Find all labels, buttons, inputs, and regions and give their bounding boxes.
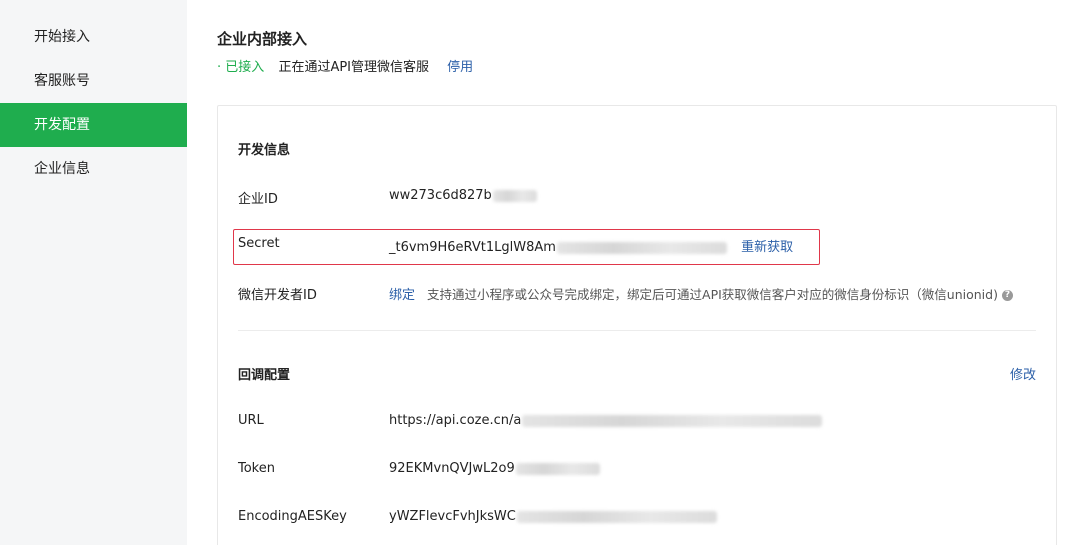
redacted-blur (522, 414, 823, 427)
secret-label: Secret (238, 236, 280, 251)
redacted-blur (516, 510, 717, 523)
corp-id-text: ww273c6d827b (389, 188, 492, 203)
callback-section-title: 回调配置 (238, 368, 291, 383)
corp-id-value: ww273c6d827b (389, 188, 537, 203)
secret-text: _t6vm9H6eRVt1LglW8Am (389, 240, 556, 255)
main-content: 企业内部接入 · 已接入 正在通过API管理微信客服 停用 开发信息 企业ID … (187, 0, 1080, 545)
status-description: 正在通过API管理微信客服 (278, 60, 430, 75)
sidebar-item-dev-config[interactable]: 开发配置 (0, 103, 187, 147)
redacted-blur (556, 241, 727, 254)
sidebar-item-service-accounts[interactable]: 客服账号 (0, 59, 187, 103)
bind-link[interactable]: 绑定 (389, 288, 415, 303)
secret-value: _t6vm9H6eRVt1LglW8Am 重新获取 (389, 236, 793, 255)
help-icon[interactable]: ? (1001, 290, 1013, 301)
sidebar-item-start-access[interactable]: 开始接入 (0, 15, 187, 59)
status-line: · 已接入 正在通过API管理微信客服 停用 (217, 56, 473, 75)
refresh-secret-link[interactable]: 重新获取 (741, 240, 793, 255)
status-dot: · (217, 60, 222, 75)
redacted-blur (492, 189, 537, 202)
edit-callback-link[interactable]: 修改 (1010, 364, 1036, 383)
disable-link[interactable]: 停用 (447, 60, 473, 75)
config-card: 开发信息 企业ID ww273c6d827b Secret _t6vm9H6eR… (217, 105, 1057, 545)
sidebar-nav: 开始接入 客服账号 开发配置 企业信息 (0, 0, 187, 545)
bind-hint: 支持通过小程序或公众号完成绑定，绑定后可通过API获取微信客户对应的微信身份标识… (427, 287, 998, 302)
page-title: 企业内部接入 (217, 30, 308, 48)
status-badge: 已接入 (225, 60, 265, 75)
aes-key-label: EncodingAESKey (238, 509, 347, 524)
token-value: 92EKMvnQVJwL2o9 (389, 461, 600, 476)
token-text: 92EKMvnQVJwL2o9 (389, 461, 515, 476)
dev-info-section-title: 开发信息 (238, 143, 291, 158)
url-text: https://api.coze.cn/a (389, 413, 522, 428)
sidebar-item-company-info[interactable]: 企业信息 (0, 147, 187, 191)
token-label: Token (238, 461, 275, 476)
url-value: https://api.coze.cn/a (389, 413, 823, 428)
url-label: URL (238, 413, 264, 428)
wechat-dev-id-label: 微信开发者ID (238, 288, 317, 303)
corp-id-label: 企业ID (238, 192, 278, 207)
redacted-blur (515, 462, 600, 475)
wechat-dev-id-value: 绑定 支持通过小程序或公众号完成绑定，绑定后可通过API获取微信客户对应的微信身份… (389, 284, 1013, 303)
aes-key-value: yWZFlevcFvhJksWC (389, 509, 717, 524)
aes-key-text: yWZFlevcFvhJksWC (389, 509, 516, 524)
section-divider (238, 330, 1036, 331)
